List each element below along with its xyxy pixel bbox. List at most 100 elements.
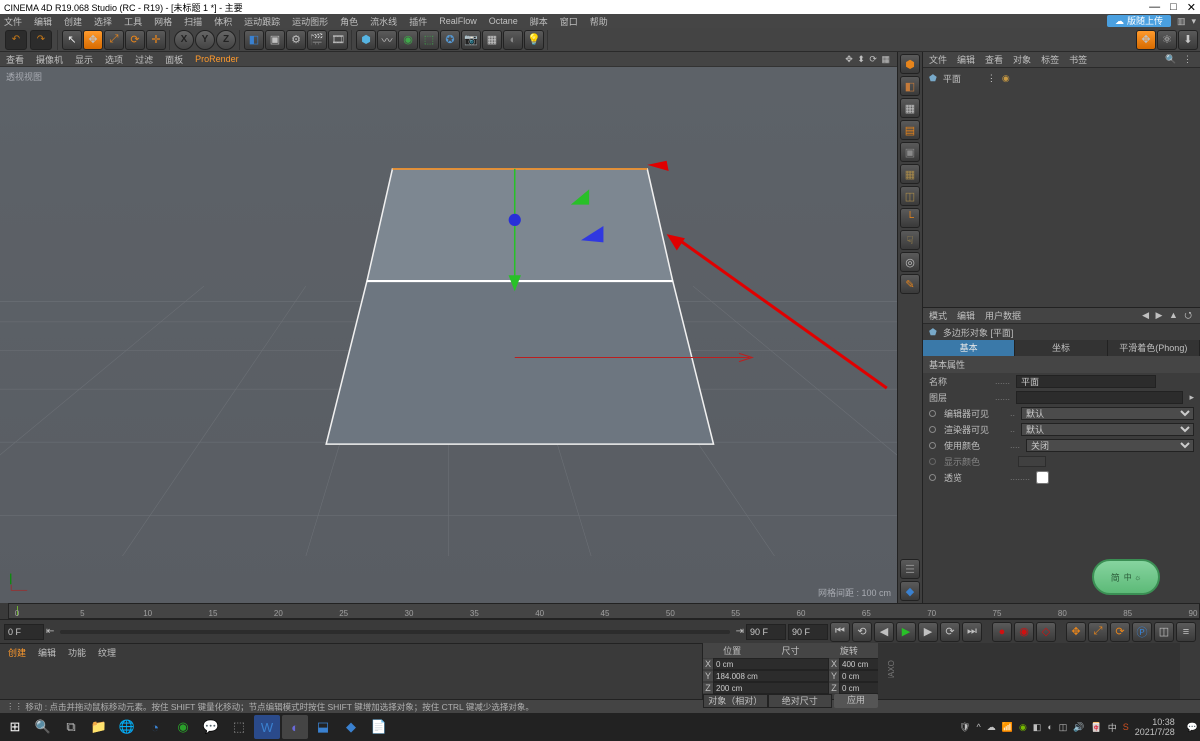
scale-tool-button[interactable]: ⤢: [104, 30, 124, 50]
move-right-button[interactable]: ✥: [1136, 30, 1156, 50]
prev-key-button[interactable]: ◀: [874, 622, 894, 642]
menu-tools[interactable]: 工具: [124, 15, 142, 28]
vp-nav-pan-icon[interactable]: ✥: [845, 54, 854, 64]
goto-end-button[interactable]: ⏭: [962, 622, 982, 642]
edge-mode-icon[interactable]: ▦: [900, 164, 920, 184]
tray-app1-icon[interactable]: ◧: [1033, 722, 1042, 733]
timeline-ruler[interactable]: 051015202530354045505560657075808590: [8, 603, 1200, 619]
perspective-viewport[interactable]: 透视视图: [0, 67, 897, 603]
select-tool-button[interactable]: ↖: [62, 30, 82, 50]
explorer-taskbar-icon[interactable]: 📁: [86, 715, 112, 739]
app8-taskbar-icon[interactable]: 📄: [366, 715, 392, 739]
coord-system-button[interactable]: ◧: [244, 30, 264, 50]
menu-mograph[interactable]: 运动图形: [292, 15, 328, 28]
tray-net-icon[interactable]: 📶: [1002, 722, 1013, 733]
model-mode-icon[interactable]: ◧: [900, 76, 920, 96]
menu-script[interactable]: 脚本: [530, 15, 548, 28]
last-tool-button[interactable]: ✛: [146, 30, 166, 50]
vp-menu-view[interactable]: 查看: [6, 53, 24, 66]
axis-x-toggle[interactable]: X: [174, 30, 194, 50]
workplane-icon[interactable]: ▤: [900, 120, 920, 140]
picture-viewer-button[interactable]: 🎬: [307, 30, 327, 50]
keyframe-sel-button[interactable]: ◇: [1036, 622, 1056, 642]
key-options-button[interactable]: ≡: [1176, 622, 1196, 642]
om-menu-edit[interactable]: 编辑: [957, 53, 975, 66]
range-end-right-input[interactable]: [788, 624, 828, 640]
menu-edit[interactable]: 编辑: [34, 15, 52, 28]
am-lock-icon[interactable]: ⭯: [1184, 310, 1194, 320]
tray-cloud-icon[interactable]: ☁: [987, 722, 996, 733]
axis-y-toggle[interactable]: Y: [195, 30, 215, 50]
cube-primitive-button[interactable]: ⬢: [356, 30, 376, 50]
app3-taskbar-icon[interactable]: 💬: [198, 715, 224, 739]
snap-enable-icon[interactable]: ◎: [900, 252, 920, 272]
attr-vis-render-select[interactable]: 默认: [1021, 423, 1194, 436]
key-rot-button[interactable]: ⟳: [1110, 622, 1130, 642]
range-expand-icon[interactable]: ⇤: [46, 626, 54, 637]
mat-tab-edit[interactable]: 编辑: [38, 646, 56, 659]
mat-tab-function[interactable]: 功能: [68, 646, 86, 659]
key-param-button[interactable]: Ⓟ: [1132, 622, 1152, 642]
menu-plugins[interactable]: 插件: [409, 15, 427, 28]
pos-x-input[interactable]: [713, 658, 829, 670]
app7-taskbar-icon[interactable]: ◆: [338, 715, 364, 739]
environment-button[interactable]: ✪: [440, 30, 460, 50]
generator-button[interactable]: ◉: [398, 30, 418, 50]
vp-menu-filter[interactable]: 过滤: [135, 53, 153, 66]
texture-mode-icon[interactable]: ▦: [900, 98, 920, 118]
menu-motiontrack[interactable]: 运动跟踪: [244, 15, 280, 28]
am-nav-up-icon[interactable]: ▲: [1169, 310, 1180, 320]
key-pos-button[interactable]: ✥: [1066, 622, 1086, 642]
menu-help[interactable]: 帮助: [590, 15, 608, 28]
step-back-button[interactable]: ⟲: [852, 622, 872, 642]
window-close-button[interactable]: ✕: [1187, 1, 1196, 14]
autokey-button[interactable]: ◉: [1014, 622, 1034, 642]
om-search-icon[interactable]: 🔍 ⋮: [1165, 54, 1194, 65]
vp-nav-layout-icon[interactable]: ▦: [881, 54, 891, 64]
object-row-plane[interactable]: ⬟ 平面 ⋮ ◉: [929, 70, 1194, 86]
vp-menu-cameras[interactable]: 摄像机: [36, 53, 63, 66]
coord-mode-select[interactable]: 对象（相对）: [703, 694, 768, 708]
record-button[interactable]: ●: [992, 622, 1012, 642]
cloud-upload-button[interactable]: ☁版随上传: [1107, 15, 1171, 27]
menu-select[interactable]: 选择: [94, 15, 112, 28]
attr-xray-checkbox[interactable]: [1036, 471, 1049, 484]
tray-ime-icon[interactable]: 中: [1108, 721, 1117, 734]
am-menu-edit[interactable]: 编辑: [957, 309, 975, 322]
key-scale-button[interactable]: ⤢: [1088, 622, 1108, 642]
tray-app3-icon[interactable]: ◫: [1059, 722, 1068, 733]
tray-vol-icon[interactable]: 🔊: [1073, 722, 1084, 733]
render-queue-button[interactable]: 🎞: [328, 30, 348, 50]
app1-taskbar-icon[interactable]: ◔: [142, 715, 168, 739]
spline-primitive-button[interactable]: 〰: [377, 30, 397, 50]
key-pla-button[interactable]: ◫: [1154, 622, 1174, 642]
attr-radio-icon[interactable]: [929, 426, 936, 433]
menu-spline[interactable]: 扫描: [184, 15, 202, 28]
notifications-button[interactable]: 💬: [1187, 722, 1198, 733]
light-button[interactable]: ▦: [482, 30, 502, 50]
ime-indicator[interactable]: 简 中 ☼: [1092, 559, 1160, 595]
start-button[interactable]: ⊞: [2, 715, 28, 739]
layout-menu-icon[interactable]: ▥: [1177, 16, 1186, 27]
range-end-left-input[interactable]: [746, 624, 786, 640]
tray-nvidia-icon[interactable]: ◉: [1019, 722, 1027, 733]
menu-realflow[interactable]: RealFlow: [439, 16, 477, 26]
menu-file[interactable]: 文件: [4, 15, 22, 28]
menu-octane[interactable]: Octane: [489, 16, 518, 26]
misc-right-1-button[interactable]: ⚛: [1157, 30, 1177, 50]
xref-icon[interactable]: ◆: [900, 581, 920, 601]
point-mode-icon[interactable]: ▣: [900, 142, 920, 162]
om-menu-tags[interactable]: 标签: [1041, 53, 1059, 66]
polygon-mode-icon[interactable]: ◫: [900, 186, 920, 206]
taskbar-clock[interactable]: 10:38 2021/7/28: [1135, 717, 1181, 737]
goto-start-button[interactable]: ⏮: [830, 622, 850, 642]
coord-apply-button[interactable]: 应用: [834, 694, 878, 708]
object-manager[interactable]: ⬟ 平面 ⋮ ◉: [923, 68, 1200, 308]
menu-pipeline[interactable]: 流水线: [370, 15, 397, 28]
app2-taskbar-icon[interactable]: ◉: [170, 715, 196, 739]
redo-button[interactable]: ↷: [30, 30, 52, 50]
vp-menu-display[interactable]: 显示: [75, 53, 93, 66]
floor-button[interactable]: ◐: [503, 30, 523, 50]
app6-taskbar-icon[interactable]: ⬓: [310, 715, 336, 739]
range-collapse-icon[interactable]: ⇥: [736, 626, 744, 637]
